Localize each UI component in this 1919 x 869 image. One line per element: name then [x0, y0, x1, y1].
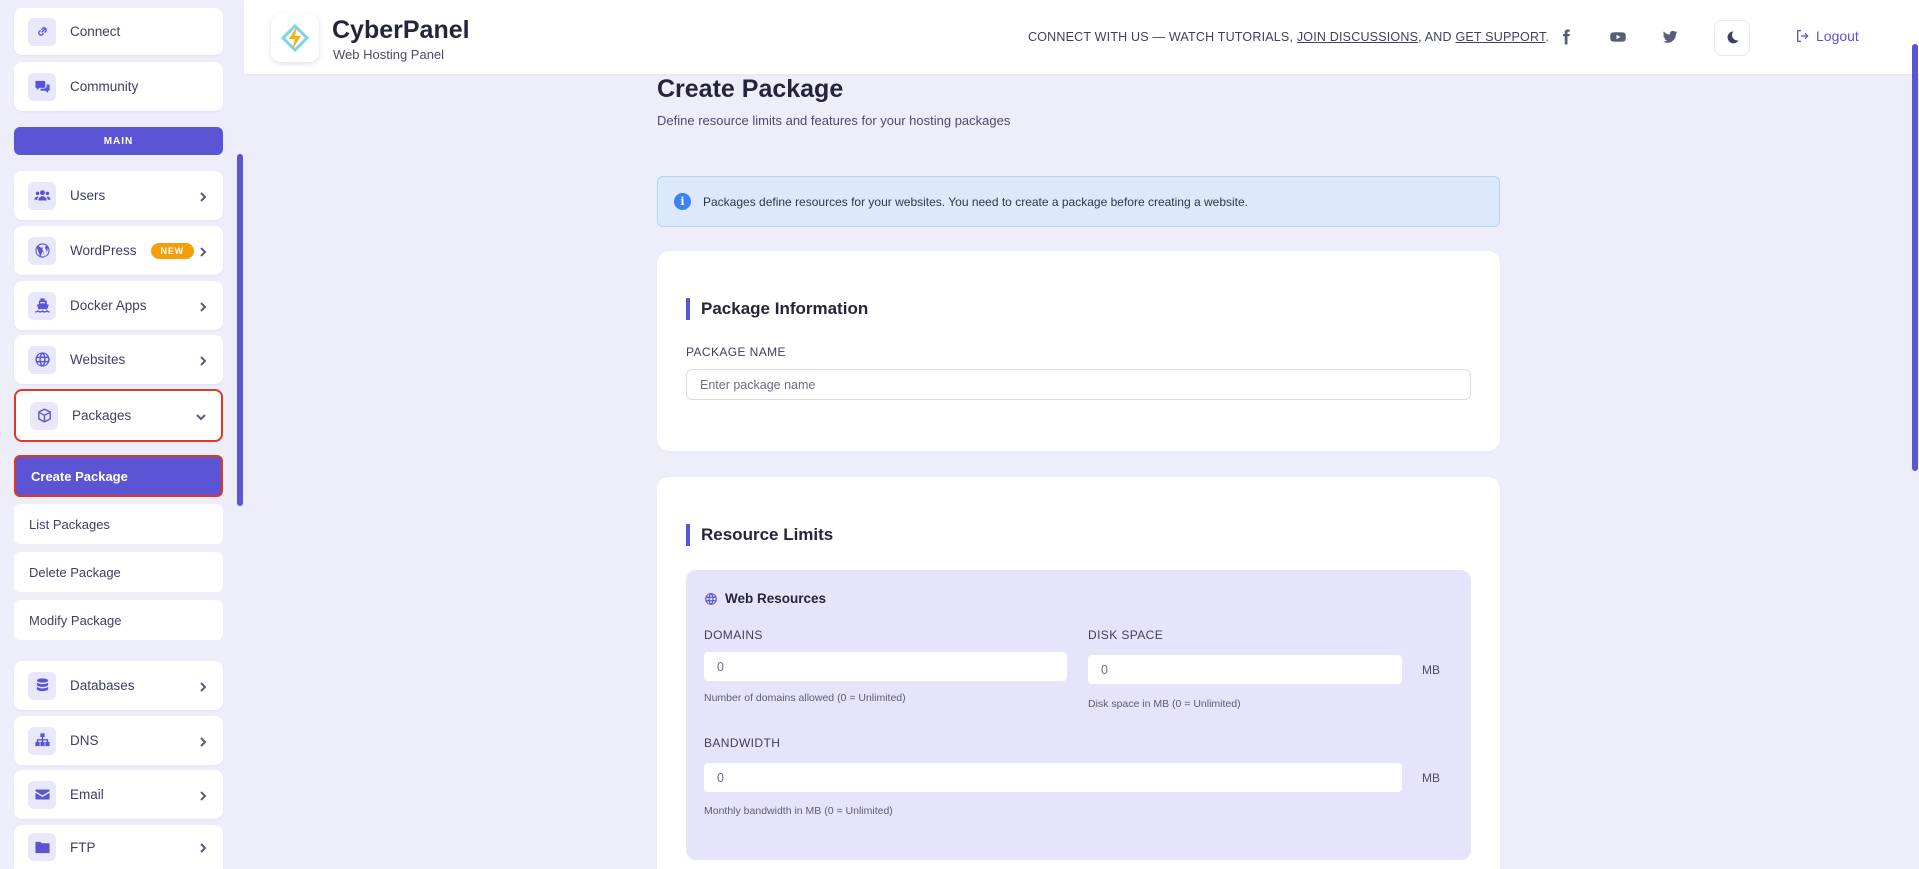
resource-limits-card: Resource Limits Web Resources DOMAINS Nu… — [657, 477, 1500, 869]
sidebar-item-label: FTP — [70, 839, 96, 855]
chevron-right-icon — [197, 245, 209, 257]
chevron-right-icon — [197, 354, 209, 366]
facebook-icon[interactable] — [1555, 26, 1577, 48]
sidebar-item-ftp[interactable]: FTP — [14, 825, 223, 869]
page-scrollbar[interactable] — [1912, 44, 1918, 471]
section-title-package-information: Package Information — [686, 298, 868, 320]
domains-help: Number of domains allowed (0 = Unlimited… — [704, 692, 906, 704]
logout-button[interactable]: Logout — [1795, 28, 1859, 44]
connect-text: CONNECT WITH US — WATCH TUTORIALS, JOIN … — [1028, 30, 1549, 44]
theme-toggle-button[interactable] — [1714, 20, 1750, 56]
chevron-right-icon — [197, 735, 209, 747]
bandwidth-label: BANDWIDTH — [704, 736, 781, 750]
bandwidth-help: Monthly bandwidth in MB (0 = Unlimited) — [704, 805, 893, 817]
link-icon — [28, 17, 56, 46]
sidebar-item-docker-apps[interactable]: Docker Apps — [14, 281, 223, 330]
sidebar-item-label: WordPress — [70, 243, 137, 258]
connect-prefix: CONNECT WITH US — WATCH TUTORIALS, — [1028, 30, 1297, 44]
sidebar-item-websites[interactable]: Websites — [14, 335, 223, 384]
box-icon — [30, 401, 58, 430]
disk-space-label: DISK SPACE — [1088, 628, 1164, 642]
section-header-main: MAIN — [14, 127, 223, 155]
sidebar-subitem-modify-package[interactable]: Modify Package — [14, 600, 223, 640]
sidebar-subitem-delete-package[interactable]: Delete Package — [14, 552, 223, 592]
sidebar-item-label: Packages — [72, 408, 132, 423]
chevron-down-icon — [195, 410, 207, 422]
sidebar-item-label: Users — [70, 188, 106, 203]
sidebar-item-packages[interactable]: Packages — [14, 389, 223, 442]
sitemap-icon — [28, 726, 56, 755]
folder-icon — [28, 833, 56, 861]
new-badge: NEW — [150, 242, 194, 259]
chevron-right-icon — [197, 789, 209, 801]
info-icon: i — [674, 193, 691, 210]
sidebar-item-email[interactable]: Email — [14, 770, 223, 819]
page-subtitle: Define resource limits and features for … — [657, 113, 1011, 128]
globe-icon — [705, 592, 717, 605]
connect-suffix: . — [1545, 30, 1550, 44]
bandwidth-input[interactable] — [704, 763, 1402, 792]
chevron-right-icon — [197, 841, 209, 853]
sidebar-item-community[interactable]: Community — [14, 62, 223, 111]
comments-icon — [28, 72, 56, 101]
sidebar-item-dns[interactable]: DNS — [14, 716, 223, 765]
sidebar-item-label: Email — [70, 787, 104, 802]
wordpress-icon — [28, 236, 56, 265]
sidebar-item-wordpress[interactable]: WordPress NEW — [14, 226, 223, 275]
globe-icon — [28, 345, 56, 374]
users-icon — [28, 181, 56, 210]
web-resources-title: Web Resources — [704, 591, 826, 606]
get-support-link[interactable]: GET SUPPORT — [1455, 30, 1545, 44]
moon-icon — [1727, 31, 1739, 44]
sidebar-item-databases[interactable]: Databases — [14, 661, 223, 710]
sidebar-item-label: Docker Apps — [70, 298, 147, 313]
package-information-card: Package Information PACKAGE NAME — [657, 251, 1500, 451]
disk-space-unit: MB — [1422, 663, 1440, 677]
sidebar-item-label: Websites — [70, 352, 126, 367]
sidebar-subitem-create-package[interactable]: Create Package — [14, 455, 223, 497]
alert-text: Packages define resources for your websi… — [703, 194, 1249, 209]
brand-subtitle: Web Hosting Panel — [333, 47, 445, 62]
info-alert: i Packages define resources for your web… — [657, 176, 1500, 227]
package-name-label: PACKAGE NAME — [686, 345, 786, 359]
twitter-icon[interactable] — [1659, 26, 1681, 48]
brand-name: CyberPanel — [332, 16, 470, 44]
database-icon — [28, 671, 56, 700]
topbar: CyberPanel Web Hosting Panel CONNECT WIT… — [244, 0, 1919, 74]
join-discussions-link[interactable]: JOIN DISCUSSIONS — [1297, 30, 1418, 44]
sidebar-item-connect[interactable]: Connect — [14, 8, 223, 55]
sidebar-scrollbar[interactable] — [237, 154, 243, 506]
sidebar-item-label: Connect — [70, 24, 121, 39]
chevron-right-icon — [197, 680, 209, 692]
web-resources-label: Web Resources — [725, 591, 827, 606]
sign-out-icon — [1797, 30, 1809, 42]
sidebar-subitem-list-packages[interactable]: List Packages — [14, 504, 223, 544]
sidebar: Connect Community MAIN Users WordPress N… — [0, 0, 243, 869]
page-title: Create Package — [657, 75, 844, 103]
disk-space-help: Disk space in MB (0 = Unlimited) — [1088, 698, 1241, 710]
sidebar-item-label: Databases — [70, 678, 135, 693]
disk-space-input[interactable] — [1088, 655, 1402, 684]
bandwidth-unit: MB — [1422, 771, 1440, 785]
domains-label: DOMAINS — [704, 628, 763, 642]
ship-icon — [28, 291, 56, 320]
sidebar-item-label: Community — [70, 79, 139, 94]
sidebar-item-users[interactable]: Users — [14, 171, 223, 220]
package-name-input[interactable] — [686, 369, 1471, 400]
cyberpanel-logo[interactable] — [271, 14, 319, 62]
chevron-right-icon — [197, 190, 209, 202]
domains-input[interactable] — [704, 652, 1067, 681]
envelope-icon — [28, 780, 56, 809]
web-resources-panel: Web Resources DOMAINS Number of domains … — [686, 570, 1471, 860]
section-title-resource-limits: Resource Limits — [686, 524, 833, 546]
youtube-icon[interactable] — [1607, 26, 1629, 48]
chevron-right-icon — [197, 300, 209, 312]
sidebar-item-label: DNS — [70, 733, 99, 748]
connect-mid: , AND — [1418, 30, 1456, 44]
logout-label: Logout — [1816, 28, 1859, 44]
